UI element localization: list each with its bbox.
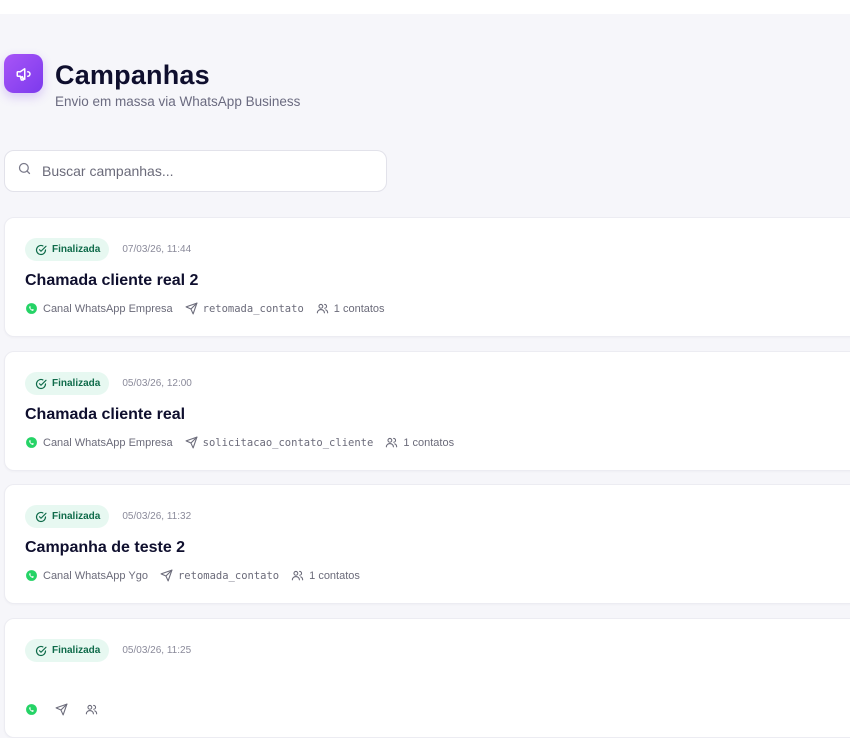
campaign-card[interactable]: Finalizada 05/03/26, 12:00 Chamada clien…: [4, 351, 850, 471]
page-header: Campanhas Envio em massa via WhatsApp Bu…: [4, 54, 300, 109]
campaign-card[interactable]: Finalizada 07/03/26, 11:44 Chamada clien…: [4, 217, 850, 337]
users-icon: [85, 703, 103, 716]
template-label: retomada_contato: [177, 569, 280, 582]
search-box[interactable]: [4, 150, 387, 192]
search-icon: [17, 161, 32, 181]
contacts-label: 1 contatos: [309, 569, 360, 582]
status-label: Finalizada: [52, 378, 101, 389]
channel-info: Canal WhatsApp Empresa: [25, 302, 173, 315]
top-bar: [0, 0, 850, 14]
check-circle-icon: [35, 378, 52, 390]
template-info: retomada_contato: [160, 569, 279, 582]
check-circle-icon: [35, 511, 52, 523]
template-info: retomada_contato: [185, 302, 304, 315]
campaign-date: 05/03/26, 11:25: [122, 645, 192, 656]
campaign-card[interactable]: Finalizada 05/03/26, 11:32 Campanha de t…: [4, 484, 850, 604]
campaign-meta: [25, 703, 115, 716]
search-input[interactable]: [42, 163, 362, 179]
check-circle-icon: [35, 244, 52, 256]
campaign-title[interactable]: Chamada cliente real: [25, 406, 185, 424]
users-icon: [291, 569, 309, 582]
status-badge: Finalizada: [25, 372, 110, 395]
campaign-date: 07/03/26, 11:44: [122, 244, 192, 255]
megaphone-icon: [4, 54, 43, 93]
campaign-meta: Canal WhatsApp Empresa solicitacao_conta…: [25, 436, 466, 449]
campaign-meta: Canal WhatsApp Empresa retomada_contato …: [25, 302, 397, 315]
channel-label: Canal WhatsApp Empresa: [43, 436, 173, 449]
whatsapp-icon: [25, 703, 43, 716]
check-circle-icon: [35, 645, 52, 657]
status-badge: Finalizada: [25, 238, 110, 261]
contacts-label: 1 contatos: [403, 436, 455, 449]
campaign-date: 05/03/26, 11:32: [122, 511, 192, 522]
campaign-title[interactable]: Chamada cliente real 2: [25, 272, 198, 290]
campaign-card[interactable]: Finalizada 05/03/26, 11:25: [4, 618, 850, 738]
send-icon: [160, 569, 178, 582]
status-label: Finalizada: [52, 511, 101, 522]
channel-label: Canal WhatsApp Empresa: [43, 302, 173, 315]
status-label: Finalizada: [52, 645, 101, 656]
send-icon: [185, 436, 203, 449]
page-subtitle: Envio em massa via WhatsApp Business: [55, 94, 301, 109]
channel-info: [25, 703, 43, 716]
contacts-label: 1 contatos: [333, 302, 385, 315]
whatsapp-icon: [25, 302, 43, 315]
contacts-info: 1 contatos: [316, 302, 385, 315]
campaign-date: 05/03/26, 12:00: [122, 378, 192, 389]
channel-info: Canal WhatsApp Ygo: [25, 569, 148, 582]
send-icon: [55, 703, 73, 716]
contacts-info: 1 contatos: [291, 569, 360, 582]
channel-label: Canal WhatsApp Ygo: [43, 569, 148, 582]
template-label: retomada_contato: [202, 302, 304, 315]
users-icon: [316, 302, 334, 315]
contacts-info: [85, 703, 103, 716]
contacts-info: 1 contatos: [385, 436, 454, 449]
campaign-meta: Canal WhatsApp Ygo retomada_contato 1 co…: [25, 569, 372, 582]
campaign-title[interactable]: Campanha de teste 2: [25, 539, 185, 557]
whatsapp-icon: [25, 436, 43, 449]
template-info: solicitacao_contato_cliente: [185, 436, 374, 449]
page-title: Campanhas: [55, 60, 210, 90]
status-badge: Finalizada: [25, 505, 110, 528]
send-icon: [185, 302, 203, 315]
whatsapp-icon: [25, 569, 43, 582]
status-label: Finalizada: [52, 244, 101, 255]
template-info: [55, 703, 73, 716]
users-icon: [385, 436, 403, 449]
status-badge: Finalizada: [25, 639, 110, 662]
template-label: solicitacao_contato_cliente: [202, 436, 374, 449]
channel-info: Canal WhatsApp Empresa: [25, 436, 173, 449]
